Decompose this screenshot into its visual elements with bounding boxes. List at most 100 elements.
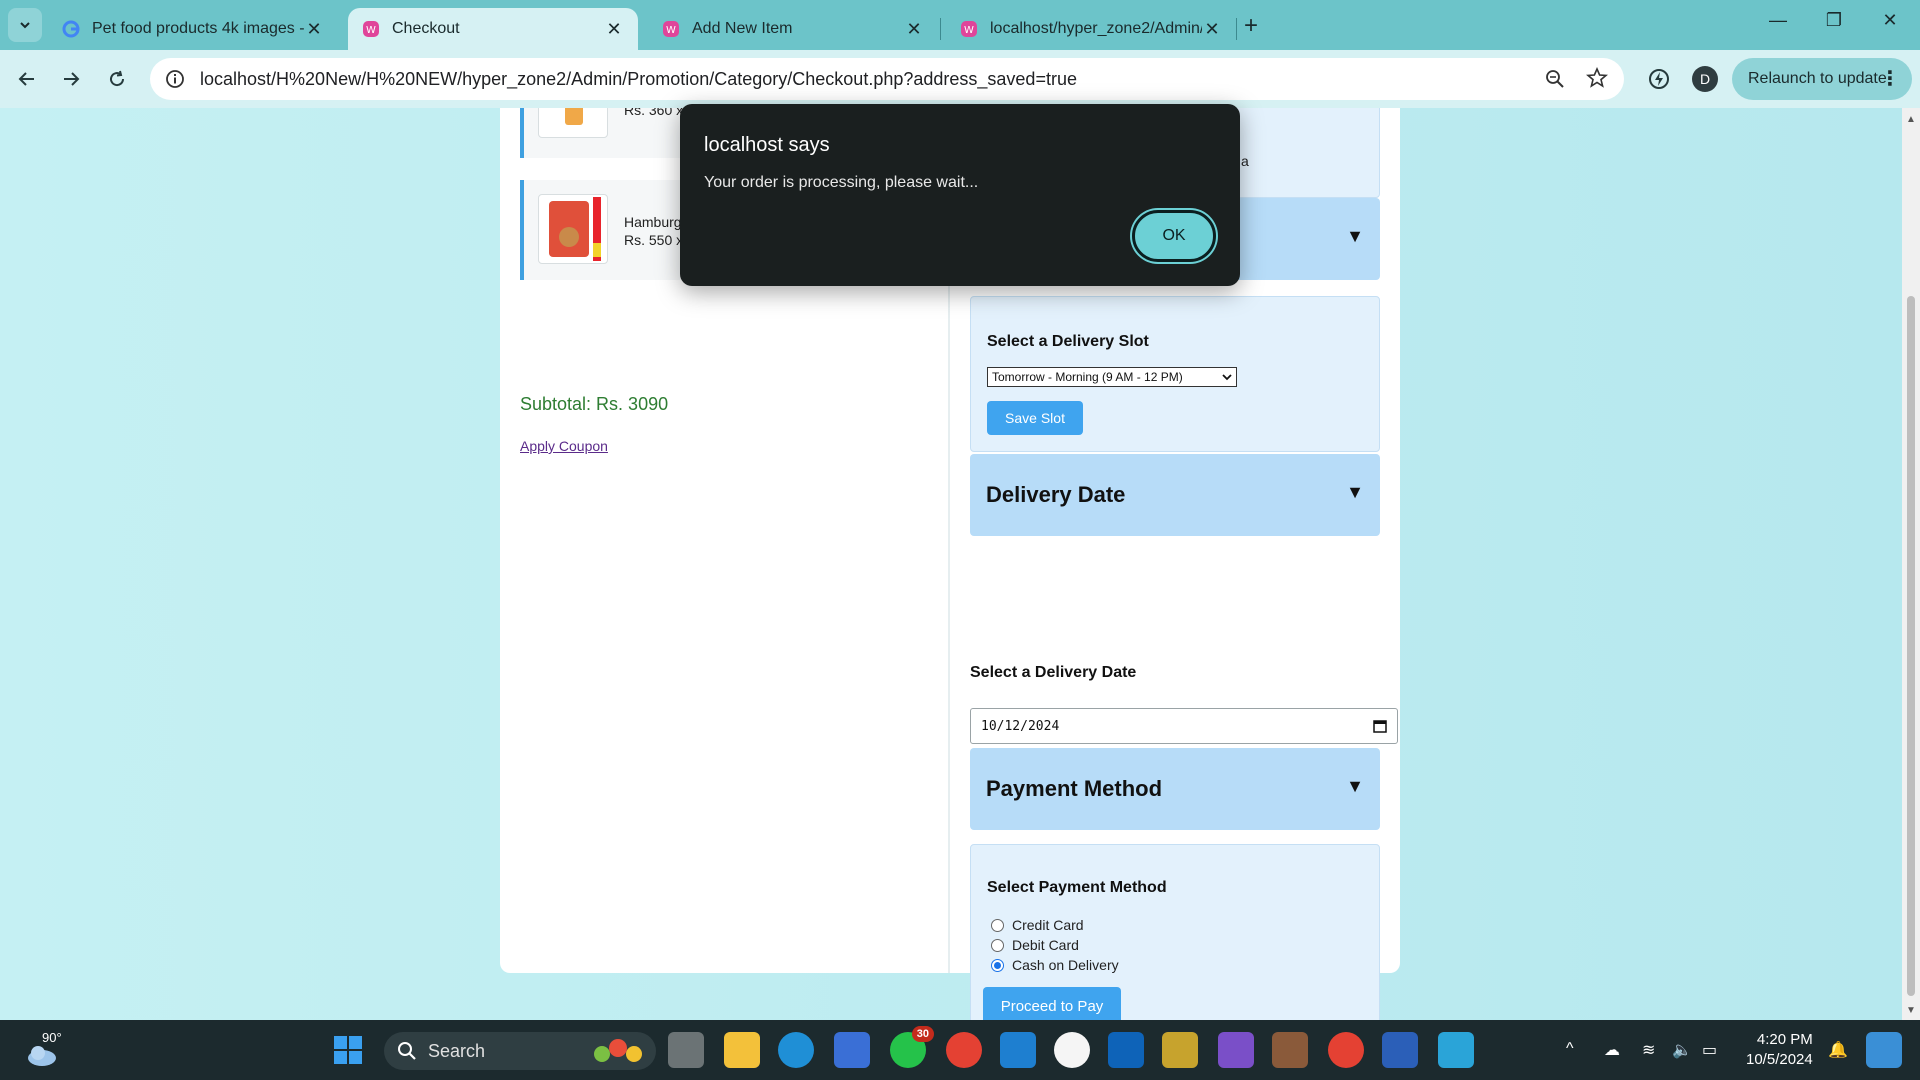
notification-bell-icon[interactable]: 🔔	[1828, 1040, 1848, 1060]
page-scrollbar[interactable]: ▲ ▼	[1902, 108, 1920, 1020]
notepad-icon[interactable]	[1438, 1032, 1474, 1068]
word-icon[interactable]	[1382, 1032, 1418, 1068]
cart-item-price: Rs. 550 x	[624, 232, 684, 248]
chrome-profile-icon[interactable]	[1328, 1032, 1364, 1068]
snipping-tool-icon[interactable]	[1162, 1032, 1198, 1068]
tab-separator	[940, 18, 941, 40]
outlook-icon[interactable]	[1108, 1032, 1144, 1068]
url-text[interactable]: localhost/H%20New/H%20NEW/hyper_zone2/Ad…	[200, 69, 1077, 90]
radio-button[interactable]	[991, 938, 1004, 952]
radio-button[interactable]	[991, 918, 1004, 932]
volume-mute-icon[interactable]: 🔈	[1672, 1040, 1692, 1060]
subtotal-text: Subtotal: Rs. 3090	[520, 394, 669, 414]
delivery-date-header[interactable]: Delivery Date ▼	[970, 454, 1380, 536]
windows-taskbar: 90° Search 30 ^ ☁ ≋ 🔈 ▭ 4:20 PM 10/5/202…	[0, 1020, 1920, 1080]
close-tab-icon[interactable]: ✕	[1202, 19, 1222, 40]
search-icon	[398, 1042, 416, 1060]
close-tab-icon[interactable]: ✕	[604, 19, 624, 40]
relaunch-label: Relaunch to update	[1748, 70, 1887, 87]
dialog-ok-button[interactable]: OK	[1132, 210, 1216, 262]
address-text-fragment: a	[1241, 153, 1249, 169]
start-button[interactable]	[330, 1032, 366, 1068]
proceed-to-pay-button[interactable]: Proceed to Pay	[983, 987, 1121, 1020]
taskbar-search[interactable]: Search	[384, 1032, 656, 1070]
cart-item-price: Rs. 360 x	[624, 108, 684, 118]
tab-pet-food[interactable]: Pet food products 4k images - ( ✕	[48, 8, 338, 50]
google-icon	[62, 20, 80, 38]
slot-selected-value: Tomorrow - Morning (9 AM - 12 PM)	[992, 370, 1183, 384]
payment-method-header[interactable]: Payment Method ▼	[970, 748, 1380, 830]
delivery-date-input[interactable]: 10/12/2024	[970, 708, 1398, 744]
show-hidden-icons-chevron-icon[interactable]: ^	[1566, 1040, 1574, 1058]
product-image	[538, 108, 608, 138]
close-tab-icon[interactable]: ✕	[904, 19, 924, 40]
arrow-right-icon	[64, 72, 80, 86]
tab-localhost-admin[interactable]: W localhost/hyper_zone2/Admin/ ✕	[946, 8, 1236, 50]
delivery-date-value: 10/12/2024	[981, 718, 1060, 734]
clock-time: 4:20 PM	[1756, 1031, 1813, 1048]
site-info-icon[interactable]	[164, 68, 186, 90]
slot-title: Select a Delivery Slot	[987, 333, 1149, 350]
zoom-icon[interactable]	[1544, 68, 1566, 90]
restore-button[interactable]: ❐	[1814, 10, 1854, 31]
svg-text:W: W	[964, 25, 974, 36]
forward-button[interactable]	[56, 64, 86, 94]
reload-button[interactable]	[102, 64, 132, 94]
arrow-left-icon	[18, 72, 34, 86]
address-bar[interactable]: localhost/H%20New/H%20NEW/hyper_zone2/Ad…	[150, 58, 1624, 100]
close-tab-icon[interactable]: ✕	[304, 19, 324, 40]
whatsapp-icon[interactable]: 30	[890, 1026, 934, 1068]
tab-search-button[interactable]	[8, 8, 42, 42]
minimize-button[interactable]: —	[1758, 10, 1798, 31]
wamp-icon: W	[961, 21, 977, 37]
taskbar-clock[interactable]: 4:20 PM 10/5/2024	[1746, 1030, 1813, 1070]
apply-coupon-link[interactable]: Apply Coupon	[520, 438, 608, 454]
tab-title: Checkout	[392, 20, 460, 37]
windows-logo-icon	[334, 1036, 362, 1064]
product-bag-icon	[565, 108, 583, 125]
tab-checkout[interactable]: W Checkout ✕	[348, 8, 638, 50]
caret-down-icon: ▼	[1346, 226, 1364, 246]
payment-option-label: Debit Card	[1012, 937, 1079, 953]
battery-icon[interactable]: ▭	[1702, 1040, 1717, 1060]
tab-add-new-item[interactable]: W Add New Item ✕	[648, 8, 938, 50]
delivery-slot-panel: Select a Delivery Slot Tomorrow - Mornin…	[970, 296, 1380, 452]
payment-option-cash-on-delivery[interactable]: Cash on Delivery	[991, 957, 1119, 973]
photos-icon[interactable]	[1272, 1032, 1308, 1068]
payment-option-debit-card[interactable]: Debit Card	[991, 937, 1079, 953]
payment-option-label: Credit Card	[1012, 917, 1084, 933]
bookmark-star-icon[interactable]	[1586, 67, 1608, 89]
reload-icon	[110, 70, 125, 87]
radio-button-selected[interactable]	[991, 958, 1004, 972]
back-button[interactable]	[12, 64, 42, 94]
visual-studio-icon[interactable]	[1218, 1032, 1254, 1068]
profile-avatar[interactable]: D	[1692, 66, 1718, 92]
payment-option-credit-card[interactable]: Credit Card	[991, 917, 1084, 933]
calendar-icon[interactable]	[1373, 719, 1387, 733]
chrome-icon[interactable]	[946, 1032, 982, 1068]
new-tab-button[interactable]: +	[1244, 12, 1258, 40]
extension-icon[interactable]	[1646, 66, 1672, 92]
onedrive-icon[interactable]: ☁	[1604, 1040, 1620, 1060]
microsoft-store-icon[interactable]	[834, 1032, 870, 1068]
payment-method-header-label: Payment Method	[986, 776, 1163, 801]
edge-icon[interactable]	[778, 1032, 814, 1068]
scroll-down-icon[interactable]: ▼	[1906, 1005, 1916, 1016]
file-explorer-icon[interactable]	[724, 1032, 760, 1068]
scroll-up-icon[interactable]: ▲	[1906, 114, 1916, 125]
notification-badge: 30	[911, 1026, 934, 1042]
save-slot-button[interactable]: Save Slot	[987, 401, 1083, 435]
scrollbar-thumb[interactable]	[1907, 296, 1915, 996]
delivery-slot-select[interactable]: Tomorrow - Morning (9 AM - 12 PM)	[987, 367, 1237, 387]
task-view-icon[interactable]	[668, 1032, 704, 1068]
whatsapp-desktop-icon[interactable]	[1054, 1032, 1090, 1068]
close-window-button[interactable]: ✕	[1870, 10, 1910, 31]
clock-date: 10/5/2024	[1746, 1051, 1813, 1068]
wamp-icon: W	[663, 21, 679, 37]
relaunch-button[interactable]: Relaunch to update ⋮	[1732, 58, 1912, 100]
copilot-icon[interactable]	[1866, 1032, 1902, 1068]
vscode-icon[interactable]	[1000, 1032, 1036, 1068]
payment-method-panel: Select Payment Method Credit Card Debit …	[970, 844, 1380, 1020]
wifi-icon[interactable]: ≋	[1642, 1040, 1655, 1060]
more-menu-icon[interactable]: ⋮	[1880, 66, 1900, 91]
